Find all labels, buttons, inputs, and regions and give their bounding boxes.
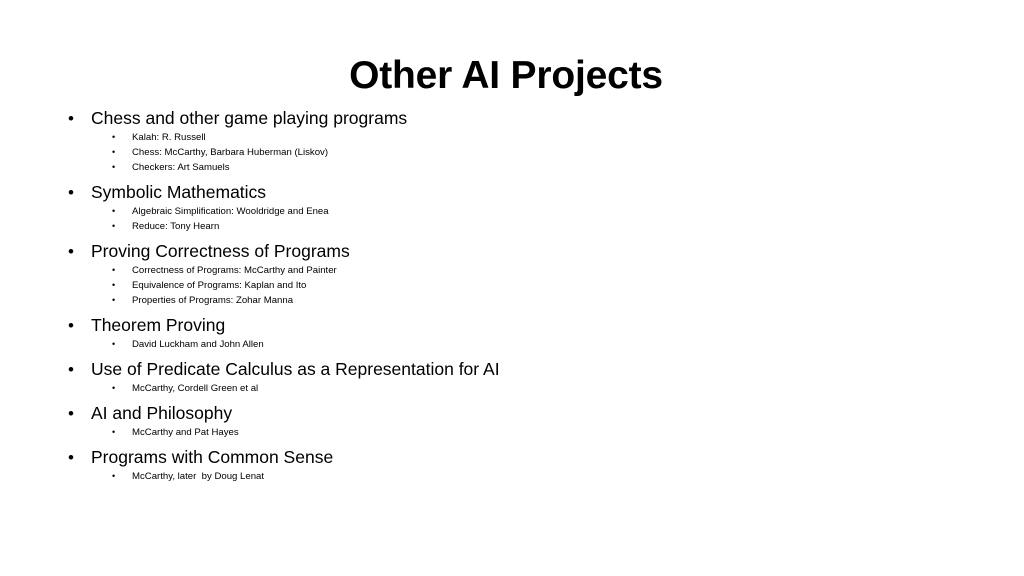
bullet-marker-icon: • [112,427,116,437]
bullet-section: • Proving Correctness of Programs • Correct… [68,240,968,308]
bullet-level2: • Chess: McCarthy, Barbara Huberman (Lisk… [68,145,968,160]
bullet-section: • AI and Philosophy • McCarthy and Pat Haye… [68,402,968,440]
bullet-level2: • Algebraic Simplification: Wooldridge an… [68,204,968,219]
bullet-list-level2: • McCarthy, Cordell Green et al [68,381,968,396]
bullet-level1: • AI and Philosophy [68,402,968,425]
bullet-section: • Theorem Proving • David Luckham and John … [68,314,968,352]
bullet-list-level1: • Chess and other game playing programs • K… [68,107,968,484]
bullet-marker-icon: • [68,404,74,423]
bullet-level1-label: Symbolic Mathematics [91,182,267,202]
bullet-marker-icon: • [68,109,74,128]
bullet-level2: • Kalah: R. Russell [68,130,968,145]
bullet-marker-icon: • [112,339,116,349]
bullet-content: • Chess and other game playing programs • K… [68,107,968,486]
bullet-level2: • McCarthy, later by Doug Lenat [68,469,968,484]
bullet-list-level2: • Algebraic Simplification: Wooldridge an… [68,204,968,234]
bullet-level2-label: Correctness of Programs: McCarthy and Pa… [132,265,337,276]
bullet-level2-label: Chess: McCarthy, Barbara Huberman (Lisko… [132,147,329,158]
bullet-level2-label: Checkers: Art Samuels [132,162,230,173]
bullet-level2: • Checkers: Art Samuels [68,160,968,175]
slide: Other AI Projects • Chess and other game … [0,0,1024,576]
bullet-list-level2: • David Luckham and John Allen [68,337,968,352]
bullet-level2: • McCarthy, Cordell Green et al [68,381,968,396]
bullet-level1-label: Proving Correctness of Programs [91,241,350,261]
bullet-list-level2: • Kalah: R. Russell • Chess: McCarthy, Barb… [68,130,968,175]
bullet-level2: • David Luckham and John Allen [68,337,968,352]
bullet-level2-label: Kalah: R. Russell [132,132,206,143]
bullet-marker-icon: • [112,265,116,275]
bullet-level1: • Proving Correctness of Programs [68,240,968,263]
bullet-level1: • Theorem Proving [68,314,968,337]
bullet-list-level2: • McCarthy, later by Doug Lenat [68,469,968,484]
bullet-marker-icon: • [112,147,116,157]
bullet-level1: • Chess and other game playing programs [68,107,968,130]
bullet-marker-icon: • [68,316,74,335]
bullet-level1: • Programs with Common Sense [68,446,968,469]
bullet-list-level2: • Correctness of Programs: McCarthy and P… [68,263,968,308]
bullet-level2-label: McCarthy, later by Doug Lenat [132,471,265,482]
bullet-level2: • Reduce: Tony Hearn [68,219,968,234]
bullet-level2-label: McCarthy and Pat Hayes [132,427,239,438]
bullet-level1: • Symbolic Mathematics [68,181,968,204]
bullet-marker-icon: • [112,132,116,142]
bullet-list-level2: • McCarthy and Pat Hayes [68,425,968,440]
bullet-section: • Programs with Common Sense • McCarthy, la… [68,446,968,484]
bullet-level2: • Equivalence of Programs: Kaplan and Ito [68,278,968,293]
bullet-marker-icon: • [112,280,116,290]
bullet-level2: • Correctness of Programs: McCarthy and P… [68,263,968,278]
bullet-level2-label: Reduce: Tony Hearn [132,221,220,232]
bullet-level2: • McCarthy and Pat Hayes [68,425,968,440]
bullet-section: • Chess and other game playing programs • K… [68,107,968,175]
bullet-marker-icon: • [112,162,116,172]
bullet-level2-label: Equivalence of Programs: Kaplan and Ito [132,280,307,291]
bullet-level2-label: David Luckham and John Allen [132,339,264,350]
bullet-section: • Use of Predicate Calculus as a Represen… [68,358,968,396]
bullet-level1-label: AI and Philosophy [91,403,233,423]
bullet-marker-icon: • [112,383,116,393]
bullet-level1: • Use of Predicate Calculus as a Represen… [68,358,968,381]
bullet-level1-label: Theorem Proving [91,315,226,335]
bullet-marker-icon: • [112,295,116,305]
bullet-marker-icon: • [68,448,74,467]
bullet-section: • Symbolic Mathematics • Algebraic Simplifi… [68,181,968,234]
bullet-marker-icon: • [68,183,74,202]
bullet-level1-label: Programs with Common Sense [91,447,334,467]
bullet-level2-label: McCarthy, Cordell Green et al [132,383,259,394]
page-title: Other AI Projects [349,54,663,98]
bullet-level1-label: Chess and other game playing programs [91,108,408,128]
bullet-level2-label: Properties of Programs: Zohar Manna [132,295,294,306]
bullet-marker-icon: • [112,221,116,231]
bullet-marker-icon: • [68,360,74,379]
bullet-level2: • Properties of Programs: Zohar Manna [68,293,968,308]
bullet-marker-icon: • [68,242,74,261]
bullet-marker-icon: • [112,471,116,481]
bullet-marker-icon: • [112,206,116,216]
bullet-level2-label: Algebraic Simplification: Wooldridge and… [132,206,329,217]
bullet-level1-label: Use of Predicate Calculus as a Represent… [91,359,500,379]
